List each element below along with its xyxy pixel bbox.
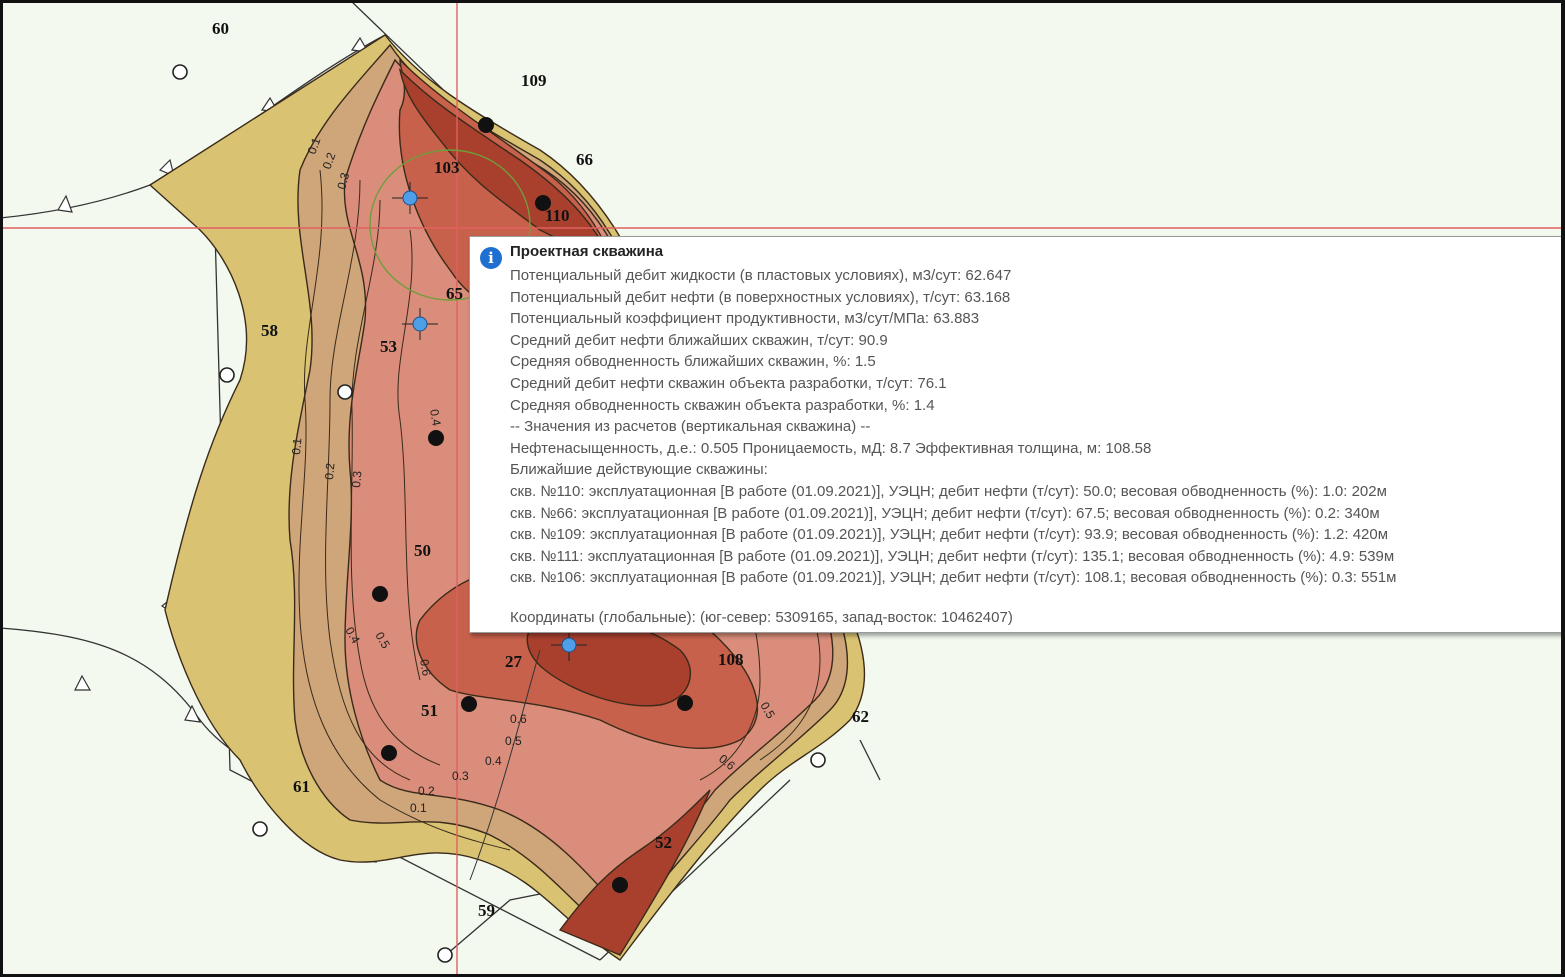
well-label: 60: [212, 19, 229, 38]
well-label: 109: [521, 71, 547, 90]
tooltip-line: Потенциальный коэффициент продуктивности…: [510, 310, 980, 328]
isoline-label: 0.1: [410, 801, 427, 815]
tooltip-line: Потенциальный дебит нефти (в поверхностн…: [510, 288, 1011, 306]
well-label: 50: [414, 541, 431, 560]
well-info-tooltip: i Проектная скважина Потенциальный дебит…: [469, 236, 1563, 633]
well-label: 52: [655, 833, 672, 852]
map-viewer[interactable]: 60 109 66 103 110 58 65 53 50 27 108 51 …: [0, 0, 1565, 977]
inactive-well-marker: [219, 367, 235, 383]
producing-well-marker: [612, 877, 628, 893]
tooltip-line: Средний дебит нефти ближайших скважин, т…: [510, 331, 888, 349]
inactive-well-marker: [172, 64, 188, 80]
producing-well-marker: [381, 745, 397, 761]
tooltip-line: Нефтенасыщенность, д.е.: 0.505 Проницаем…: [510, 439, 1152, 457]
well-label: 66: [576, 150, 593, 169]
tooltip-line: скв. №109: эксплуатационная [В работе (0…: [510, 526, 1389, 544]
producing-well-marker: [461, 696, 477, 712]
isoline-label: 0.6: [417, 658, 434, 677]
well-label: 103: [434, 158, 460, 177]
inactive-well-marker: [810, 752, 826, 768]
inactive-well-marker: [437, 947, 453, 963]
inactive-well-marker: [252, 821, 268, 837]
tooltip-line: Потенциальный дебит жидкости (в пластовы…: [510, 267, 1012, 284]
inactive-well-marker: [337, 384, 353, 400]
well-label: 62: [852, 707, 869, 726]
isoline-label: 0.3: [349, 470, 364, 488]
well-label: 27: [505, 652, 523, 671]
isoline-label: 0.2: [322, 462, 337, 480]
tooltip-line: Ближайшие действующие скважины:: [510, 461, 768, 479]
tooltip-line: скв. №111: эксплуатационная [В работе (0…: [510, 547, 1395, 565]
well-label: 59: [478, 901, 495, 920]
well-label: 58: [261, 321, 278, 340]
well-label: 108: [718, 650, 744, 669]
tooltip-line: Средний дебит нефти скважин объекта разр…: [510, 374, 947, 392]
well-label: 53: [380, 337, 397, 356]
well-label: 65: [446, 284, 463, 303]
isoline-label: 0.4: [427, 408, 444, 427]
tooltip-line: скв. №110: эксплуатационная [В работе (0…: [510, 482, 1387, 500]
tooltip-line: Средняя обводненность скважин объекта ра…: [510, 396, 935, 414]
tooltip-coordinates: Координаты (глобальные): (юг-север: 5309…: [510, 609, 1013, 626]
well-label: 51: [421, 701, 438, 720]
well-label: 61: [293, 777, 310, 796]
info-icon: i: [480, 247, 502, 269]
producing-well-marker: [478, 117, 494, 133]
isoline-label: 0.2: [418, 784, 435, 798]
isoline-label: 0.3: [452, 769, 469, 783]
producing-well-marker: [677, 695, 693, 711]
producing-well-marker: [372, 586, 388, 602]
tooltip-title: Проектная скважина: [510, 243, 664, 260]
tooltip-line: скв. №66: эксплуатационная [В работе (01…: [510, 504, 1380, 522]
tooltip-line: скв. №106: эксплуатационная [В работе (0…: [510, 569, 1397, 587]
isoline-label: 0.5: [505, 734, 522, 748]
isoline-label: 0.1: [289, 437, 304, 455]
isoline-label: 0.4: [485, 754, 502, 768]
tooltip-line: Средняя обводненность ближайших скважин,…: [510, 353, 876, 371]
tooltip-lines: Потенциальный дебит жидкости (в пластовы…: [510, 265, 1556, 589]
isoline-label: 0.6: [510, 712, 527, 726]
producing-well-marker: [428, 430, 444, 446]
well-label: 110: [545, 206, 570, 225]
tooltip-line: -- Значения из расчетов (вертикальная ск…: [510, 418, 871, 436]
